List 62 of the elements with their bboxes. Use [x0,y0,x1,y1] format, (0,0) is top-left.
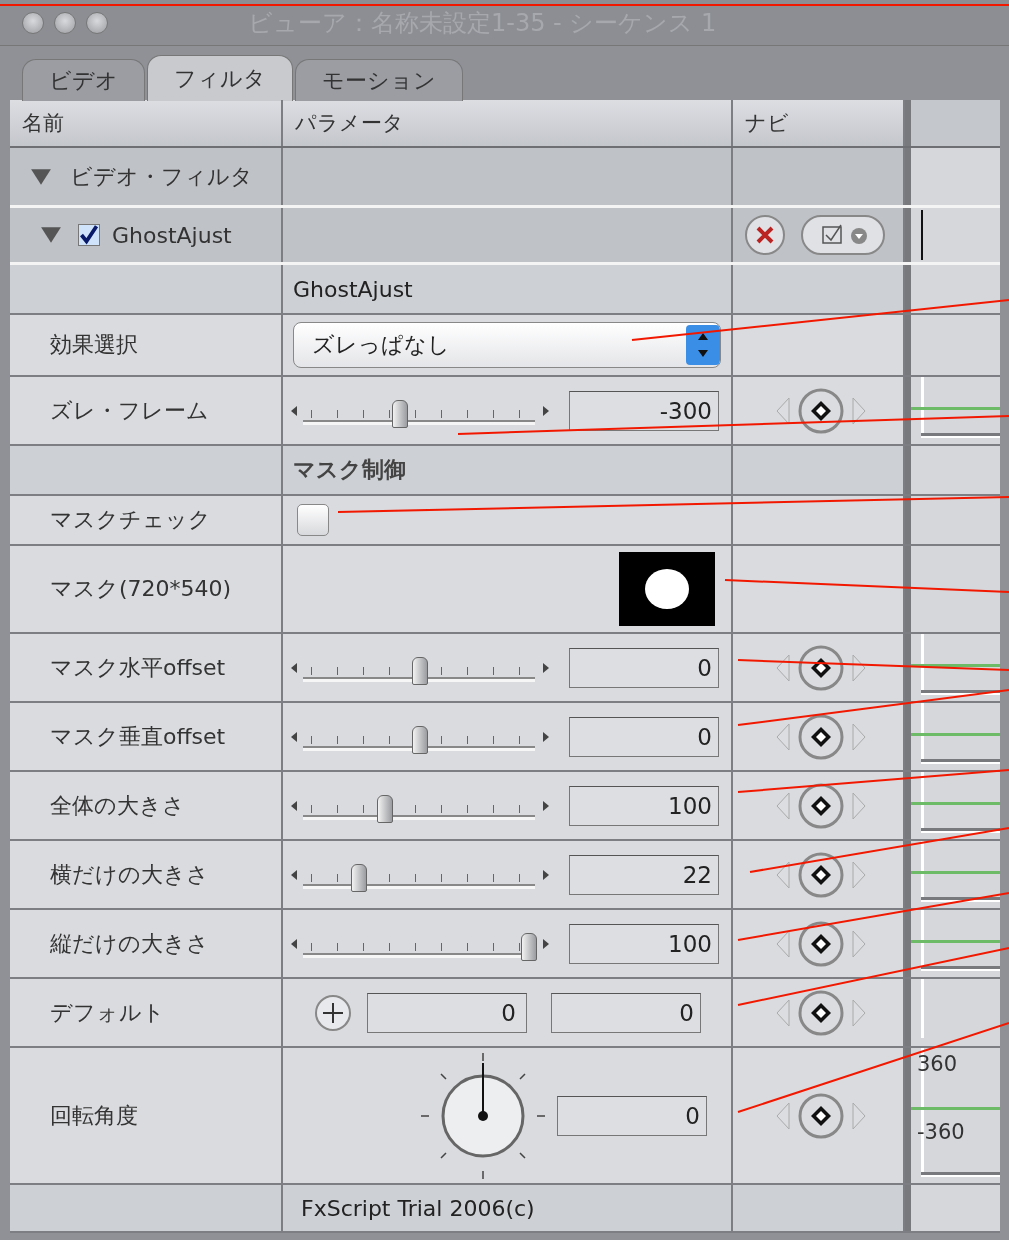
section-heading: GhostAjust [292,276,413,302]
column-header[interactable]: パラメータ [283,100,733,146]
add-point-button[interactable] [313,992,353,1033]
decrement-arrow-icon[interactable] [291,938,297,949]
checkbox[interactable] [297,504,329,536]
increment-arrow-icon[interactable] [543,800,549,811]
parameter-label: マスク垂直offset [49,722,226,751]
parameter-label: マスク水平offset [49,653,226,682]
value-field[interactable]: 0 [569,647,719,688]
remove-filter-button[interactable] [743,213,787,257]
x-field[interactable]: 0 [367,992,527,1033]
slider-thumb[interactable] [350,864,367,892]
parameter-label: 効果選択 [49,331,138,359]
parameter-label: 全体の大きさ [49,791,185,820]
effect-dropdown[interactable]: ズレっぱなし [293,322,721,368]
parameter-label: マスクチェック [49,506,211,534]
window-control-button[interactable] [54,11,76,34]
window-control-button[interactable] [86,11,108,34]
value-field[interactable]: 0 [557,1095,707,1136]
axis-label: 360 [917,1052,958,1076]
slider-thumb[interactable] [412,726,428,754]
checkbox[interactable] [78,224,100,246]
value-field[interactable]: 100 [569,785,719,826]
window-control-button[interactable] [22,11,44,34]
slider-thumb[interactable] [392,400,409,428]
decrement-arrow-icon[interactable] [291,800,297,811]
section-heading: マスク制御 [292,456,406,484]
tab[interactable]: フィルタ [147,55,293,101]
stepper-icon [686,324,720,366]
slider-thumb[interactable] [377,795,394,823]
decrement-arrow-icon[interactable] [291,405,297,416]
parameter-label: マスク(720*540) [49,575,232,603]
tab[interactable]: モーション [295,59,463,101]
axis-label: -360 [917,1120,965,1144]
value-field[interactable]: 0 [569,716,719,757]
disclosure-triangle-icon[interactable] [30,167,52,186]
increment-arrow-icon[interactable] [543,869,549,880]
increment-arrow-icon[interactable] [543,662,549,673]
decrement-arrow-icon[interactable] [291,869,297,880]
increment-arrow-icon[interactable] [543,405,549,416]
slider-thumb[interactable] [412,657,428,685]
filter-name: GhostAjust [112,222,232,248]
parameter-label: デフォルト [49,998,165,1027]
decrement-arrow-icon[interactable] [291,731,297,742]
y-field[interactable]: 0 [551,992,701,1033]
decrement-arrow-icon[interactable] [291,662,297,673]
tab[interactable]: ビデオ [22,59,145,101]
increment-arrow-icon[interactable] [543,731,549,742]
parameter-label: ズレ・フレーム [49,396,209,425]
value-field[interactable]: -300 [569,390,719,431]
parameter-label: 回転角度 [49,1101,138,1130]
parameter-label: 縦だけの大きさ [49,929,209,958]
group-label: ビデオ・フィルタ [70,162,253,191]
disclosure-triangle-icon[interactable] [40,226,62,244]
slider-thumb[interactable] [521,933,537,961]
value-field[interactable]: 100 [569,923,719,964]
parameter-label: 横だけの大きさ [49,860,209,889]
value-field[interactable]: 22 [569,854,719,895]
options-menu-button[interactable] [801,215,885,255]
increment-arrow-icon[interactable] [543,938,549,949]
footer-text: FxScript Trial 2006(c) [300,1195,535,1221]
column-header[interactable]: 名前 [10,100,283,146]
